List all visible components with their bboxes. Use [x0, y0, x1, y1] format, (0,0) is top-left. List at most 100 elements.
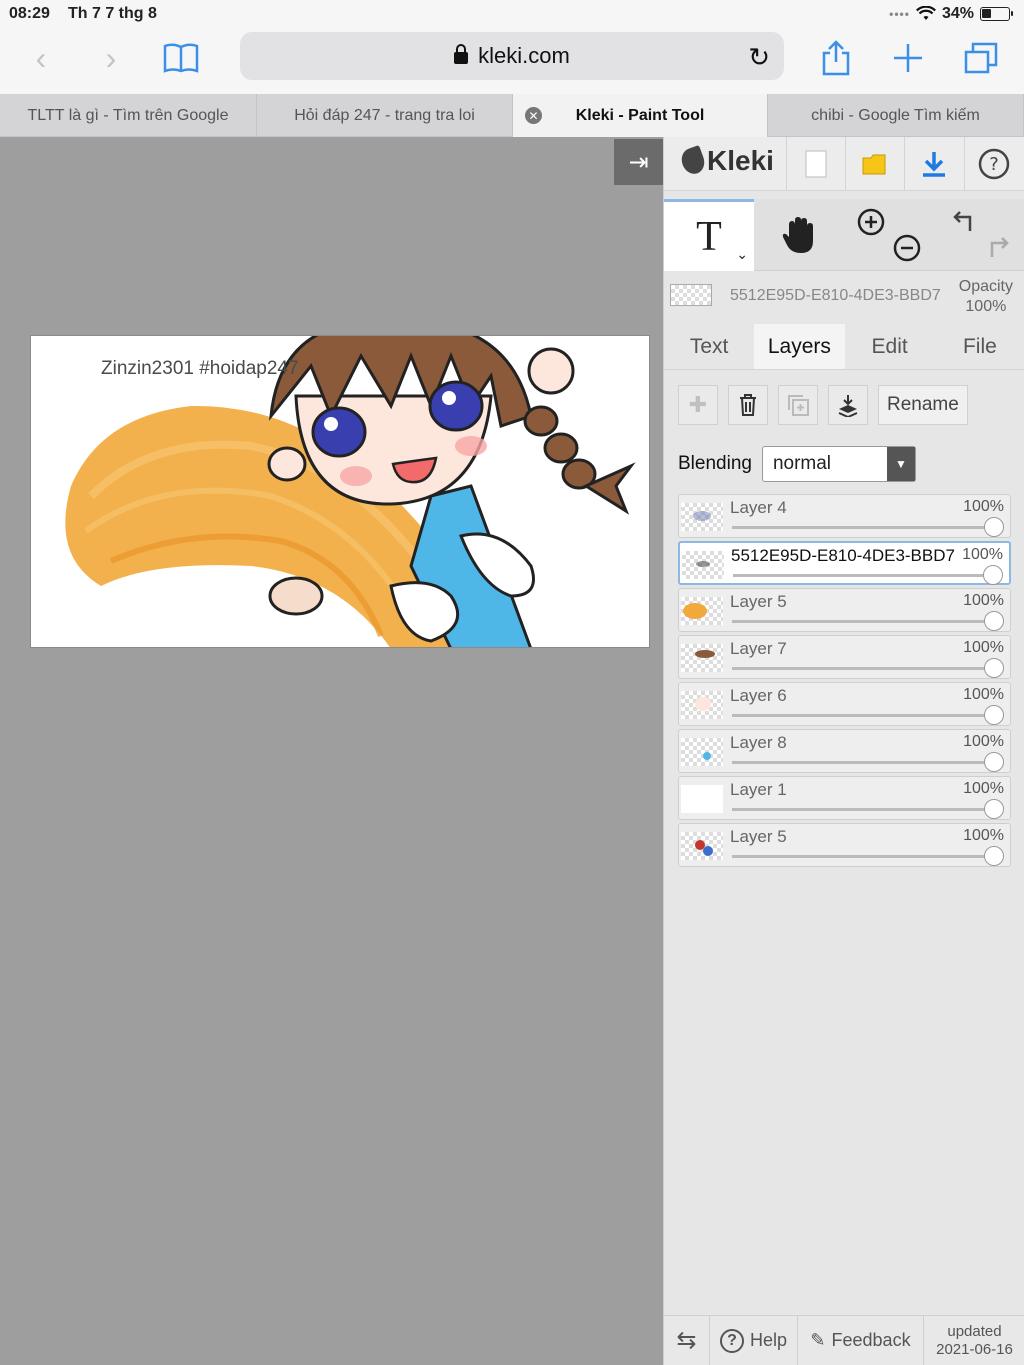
add-layer-button[interactable]: ✚ — [678, 385, 718, 425]
layer-thumbnail — [682, 551, 724, 579]
status-date: Th 7 7 thg 8 — [68, 5, 157, 22]
help-footer-button[interactable]: ? Help — [710, 1316, 798, 1365]
help-icon: ? — [719, 1328, 744, 1353]
layer-item-selected[interactable]: 5512E95D-E810-4DE3-BBD7 100% — [678, 541, 1011, 585]
layer-opacity: 100% — [963, 733, 1004, 750]
tab-label: TLTT là gì - Tìm trên Google — [27, 106, 229, 124]
canvas-watermark-text: Zinzin2301 #hoidap247 — [101, 358, 299, 379]
updated-label: updated — [947, 1322, 1002, 1340]
layer-item[interactable]: Layer 5 100% — [678, 823, 1011, 867]
browser-toolbar: ‹ › kleki.com ↻ — [0, 28, 1024, 94]
layer-opacity: 100% — [963, 639, 1004, 656]
hand-icon — [782, 217, 813, 253]
layer-thumbnail — [681, 503, 723, 531]
blending-label: Blending — [678, 453, 752, 474]
slider-handle[interactable] — [984, 658, 1004, 678]
help-button[interactable]: ? — [964, 137, 1022, 191]
undo-icon[interactable] — [950, 209, 978, 237]
help-label: Help — [749, 1330, 788, 1350]
layer-thumbnail — [681, 832, 723, 860]
tab-layers[interactable]: Layers — [754, 324, 845, 369]
kleki-logo-icon — [678, 145, 708, 177]
layer-opacity-slider[interactable] — [732, 667, 1000, 670]
kleki-side-panel: Kleki ? T ⌄ 5512E95D-E810-4DE3-BBD7 Opac… — [663, 137, 1024, 1365]
download-icon — [922, 152, 945, 177]
share-icon[interactable] — [818, 38, 854, 78]
chevron-down-icon: ⌄ — [736, 246, 748, 262]
tab-chibi[interactable]: chibi - Google Tìm kiếm — [768, 94, 1024, 137]
undo-redo-buttons — [934, 199, 1024, 271]
layer-item[interactable]: Layer 6 100% — [678, 682, 1011, 726]
delete-layer-button[interactable] — [728, 385, 768, 425]
text-tool-button[interactable]: T ⌄ — [664, 199, 754, 271]
open-image-button[interactable] — [845, 137, 903, 191]
layer-item[interactable]: Layer 5 100% — [678, 588, 1011, 632]
tab-edit[interactable]: Edit — [845, 324, 935, 369]
duplicate-layer-button[interactable] — [778, 385, 818, 425]
trash-icon — [740, 394, 756, 416]
layer-opacity-slider[interactable] — [732, 808, 1000, 811]
redo-icon[interactable] — [984, 235, 1012, 263]
save-image-button[interactable] — [904, 137, 962, 191]
layer-opacity-slider[interactable] — [733, 574, 999, 577]
feedback-button[interactable]: ✎ Feedback — [798, 1316, 924, 1365]
drawing-canvas[interactable]: Zinzin2301 #hoidap247 — [30, 335, 650, 648]
new-tab-icon[interactable] — [890, 38, 926, 78]
layer-opacity-slider[interactable] — [732, 855, 1000, 858]
duplicate-icon — [788, 395, 809, 416]
rename-layer-button[interactable]: Rename — [878, 385, 968, 425]
tab-file[interactable]: File — [935, 324, 1024, 369]
current-layer-name: 5512E95D-E810-4DE3-BBD7 — [730, 287, 941, 304]
opacity-readout: Opacity 100% — [959, 277, 1013, 317]
bookmarks-icon[interactable] — [160, 38, 202, 78]
new-image-button[interactable] — [786, 137, 844, 191]
layer-item[interactable]: Layer 8 100% — [678, 729, 1011, 773]
slider-handle[interactable] — [984, 752, 1004, 772]
status-right: •••• 34% — [889, 5, 1013, 23]
merge-down-button[interactable] — [828, 385, 868, 425]
swap-side-button[interactable]: ⇆ — [664, 1316, 710, 1365]
zoom-buttons — [844, 199, 934, 271]
layer-opacity-slider[interactable] — [732, 714, 1000, 717]
layer-opacity-slider[interactable] — [732, 620, 1000, 623]
slider-handle[interactable] — [984, 799, 1004, 819]
back-icon[interactable]: ‹ — [26, 38, 56, 78]
collapse-panel-icon[interactable]: ⇥ — [614, 139, 663, 185]
opacity-label: Opacity — [958, 278, 1013, 295]
layer-opacity: 100% — [963, 592, 1004, 609]
layer-name: Layer 4 — [730, 498, 787, 517]
dropdown-arrow-icon: ▼ — [886, 447, 915, 481]
hand-tool-button[interactable] — [754, 199, 844, 271]
updated-info[interactable]: updated 2021-06-16 — [924, 1316, 1024, 1365]
close-tab-icon[interactable]: ✕ — [525, 107, 542, 124]
feedback-label: Feedback — [831, 1330, 911, 1350]
slider-handle[interactable] — [983, 565, 1003, 585]
wifi-icon — [915, 6, 936, 20]
layer-actions: ✚ Rename — [678, 385, 968, 425]
tabs-overview-icon[interactable] — [962, 38, 1000, 78]
tab-kleki[interactable]: ✕ Kleki - Paint Tool — [513, 94, 768, 137]
zoom-out-icon[interactable] — [892, 233, 922, 263]
tab-tltt[interactable]: TLTT là gì - Tìm trên Google — [0, 94, 257, 137]
layer-item[interactable]: Layer 7 100% — [678, 635, 1011, 679]
reload-icon[interactable]: ↻ — [748, 42, 770, 73]
slider-handle[interactable] — [984, 517, 1004, 537]
svg-text:?: ? — [989, 154, 999, 175]
blending-select[interactable]: normal ▼ — [761, 446, 916, 482]
layer-opacity-slider[interactable] — [732, 526, 1000, 529]
layer-opacity-slider[interactable] — [732, 761, 1000, 764]
slider-handle[interactable] — [984, 705, 1004, 725]
tab-hoidap[interactable]: Hỏi đáp 247 - trang tra loi — [257, 94, 513, 137]
zoom-in-icon[interactable] — [856, 207, 886, 237]
tab-label: Kleki - Paint Tool — [575, 106, 705, 124]
slider-handle[interactable] — [984, 846, 1004, 866]
layer-item[interactable]: Layer 4 100% — [678, 494, 1011, 538]
current-layer-info: 5512E95D-E810-4DE3-BBD7 Opacity 100% — [664, 275, 1024, 319]
panel-footer: ⇆ ? Help ✎ Feedback updated 2021-06-16 — [664, 1315, 1024, 1365]
tab-text[interactable]: Text — [664, 324, 754, 369]
layer-item[interactable]: Layer 1 100% — [678, 776, 1011, 820]
canvas-area[interactable]: ⇥ Zinzin2301 #hoidap247 — [0, 137, 663, 1365]
address-bar[interactable]: kleki.com ↻ — [240, 32, 784, 80]
slider-handle[interactable] — [984, 611, 1004, 631]
forward-icon[interactable]: › — [96, 38, 126, 78]
